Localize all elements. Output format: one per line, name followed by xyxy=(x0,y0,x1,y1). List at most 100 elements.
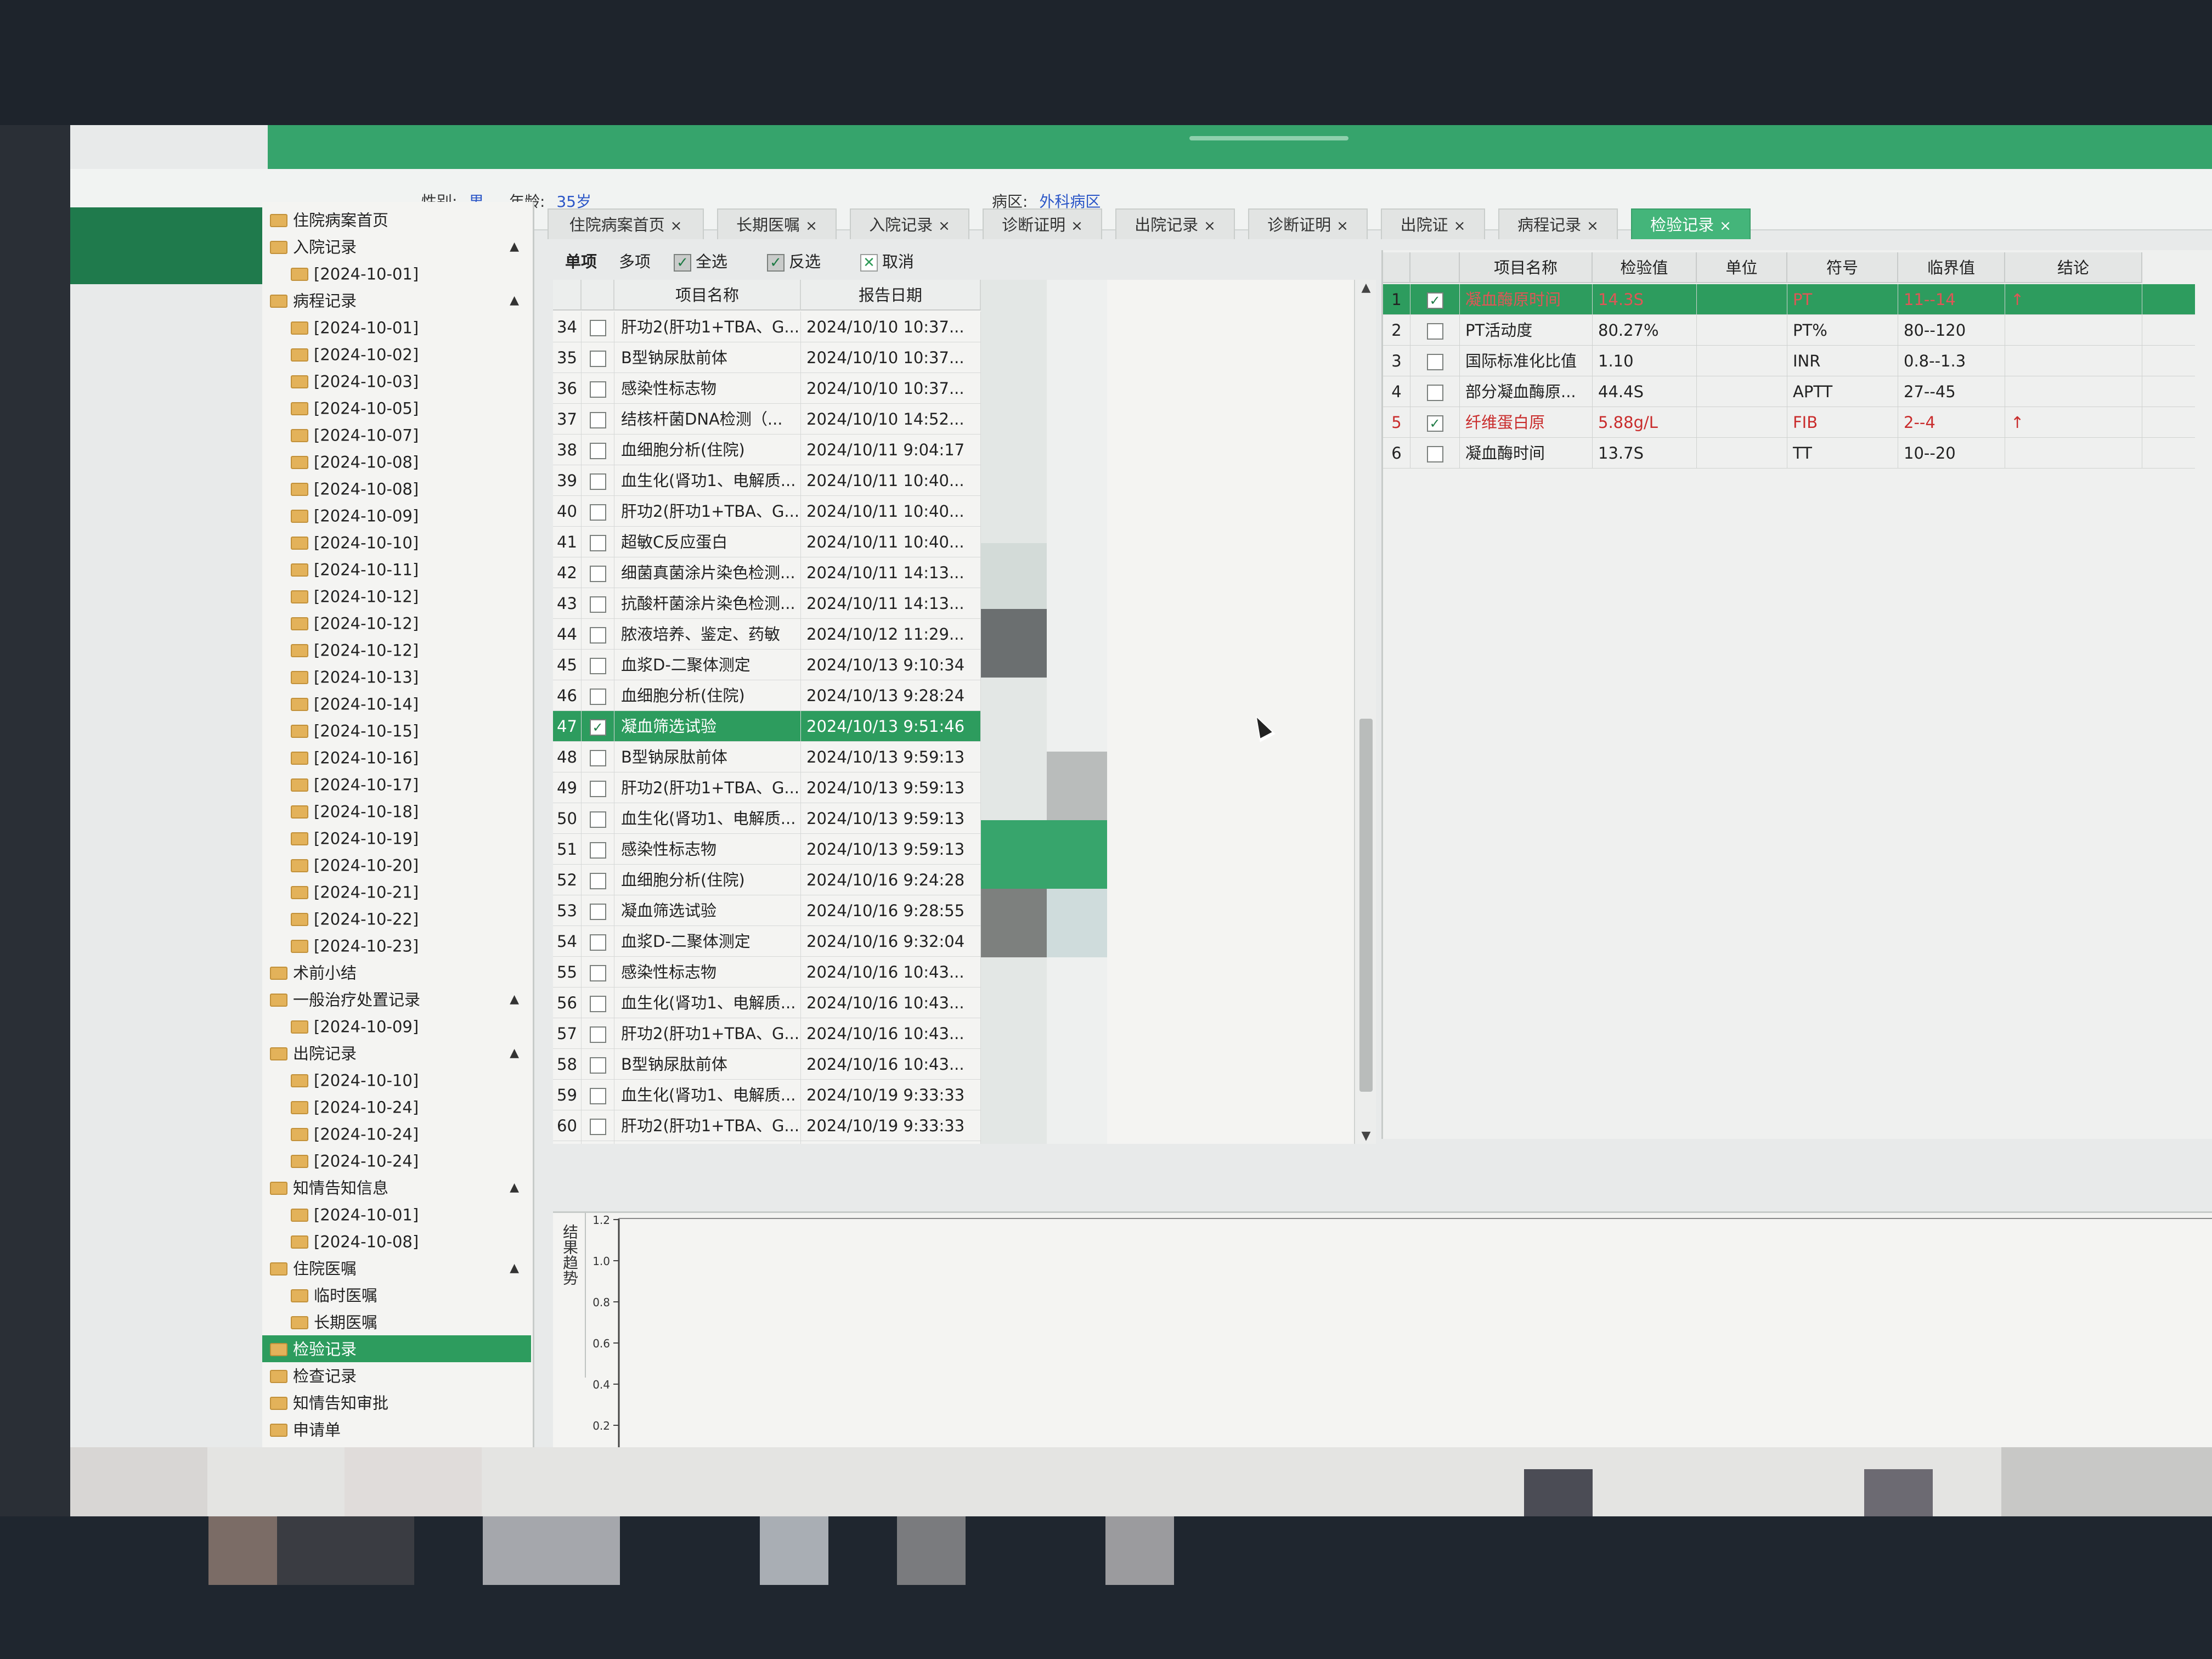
result-row[interactable]: 3 国际标准化比值 1.10 INR 0.8--1.3 xyxy=(1383,346,2195,376)
row-checkbox[interactable] xyxy=(589,934,606,951)
tree-item[interactable]: [2024-10-01] xyxy=(262,1201,531,1228)
row-checkbox[interactable] xyxy=(589,596,606,613)
tree-item[interactable]: [2024-10-10] xyxy=(262,529,531,556)
tree-item[interactable]: [2024-10-23] xyxy=(262,932,531,959)
tree-item[interactable]: 住院病案首页 xyxy=(262,206,531,233)
tree-item[interactable]: [2024-10-17] xyxy=(262,771,531,798)
table-row[interactable]: 45 血浆D-二聚体测定 2024/10/13 9:10:34 xyxy=(553,650,981,680)
tree-item[interactable]: 住院医嘱 ▲ xyxy=(262,1255,531,1282)
row-checkbox[interactable] xyxy=(589,473,606,490)
tree-item[interactable]: [2024-10-08] xyxy=(262,448,531,475)
table-row[interactable]: 59 血生化(肾功1、电解质... 2024/10/19 9:33:33 xyxy=(553,1080,981,1110)
table-row[interactable]: 43 抗酸杆菌涂片染色检测... 2024/10/11 14:13... xyxy=(553,588,981,619)
tree-item[interactable]: [2024-10-01] xyxy=(262,314,531,341)
collapse-caret-icon[interactable]: ▲ xyxy=(510,233,519,260)
close-icon[interactable]: × xyxy=(805,218,817,234)
select-all-button[interactable]: ✓ 全选 xyxy=(674,249,727,272)
multi-mode-button[interactable]: 多项 xyxy=(619,249,651,272)
collapse-caret-icon[interactable]: ▲ xyxy=(510,1255,519,1282)
scroll-thumb[interactable] xyxy=(1359,719,1373,1092)
tree-item[interactable]: [2024-10-09] xyxy=(262,502,531,529)
row-checkbox[interactable] xyxy=(589,535,606,551)
scroll-up-icon[interactable]: ▲ xyxy=(1355,281,1376,295)
table-row[interactable]: 44 脓液培养、鉴定、药敏 2024/10/12 11:29... xyxy=(553,619,981,650)
row-checkbox[interactable] xyxy=(589,1119,606,1135)
table-row[interactable]: 58 B型钠尿肽前体 2024/10/16 10:43... xyxy=(553,1049,981,1080)
result-row[interactable]: 2 PT活动度 80.27% PT% 80--120 xyxy=(1383,315,2195,346)
row-checkbox[interactable] xyxy=(589,412,606,428)
single-mode-button[interactable]: 单项 xyxy=(565,249,597,272)
table-row[interactable]: 41 超敏C反应蛋白 2024/10/11 10:40... xyxy=(553,527,981,557)
result-checkbox[interactable] xyxy=(1426,385,1443,401)
tab-1[interactable]: 长期医嘱 × xyxy=(717,208,837,239)
result-row[interactable]: 1 ✓ 凝血酶原时间 14.3S PT 11--14 ↑ xyxy=(1383,284,2195,315)
tree-item[interactable]: [2024-10-08] xyxy=(262,475,531,502)
tree-item[interactable]: [2024-10-24] xyxy=(262,1093,531,1120)
tree-item[interactable]: [2024-10-19] xyxy=(262,825,531,851)
table-row[interactable]: 49 肝功2(肝功1+TBA、G... 2024/10/13 9:59:13 xyxy=(553,772,981,803)
invert-selection-button[interactable]: ✓ 反选 xyxy=(767,249,821,272)
collapse-caret-icon[interactable]: ▲ xyxy=(510,1040,519,1066)
table-row[interactable]: 34 肝功2(肝功1+TBA、G... 2024/10/10 10:37... xyxy=(553,312,981,342)
tree-item[interactable]: 知情告知信息 ▲ xyxy=(262,1174,531,1201)
table-row[interactable]: 37 结核杆菌DNA检测（... 2024/10/10 14:52... xyxy=(553,404,981,435)
row-checkbox[interactable] xyxy=(589,320,606,336)
table-row[interactable]: 38 血细胞分析(住院) 2024/10/11 9:04:17 xyxy=(553,435,981,465)
tree-item[interactable]: 术前小结 xyxy=(262,959,531,986)
tree-item[interactable]: 病程记录 ▲ xyxy=(262,287,531,314)
table-row[interactable]: 50 血生化(肾功1、电解质... 2024/10/13 9:59:13 xyxy=(553,803,981,834)
tree-item[interactable]: [2024-10-09] xyxy=(262,1013,531,1040)
tab-5[interactable]: 诊断证明 × xyxy=(1248,208,1368,239)
table-row[interactable]: 48 B型钠尿肽前体 2024/10/13 9:59:13 xyxy=(553,742,981,772)
tree-item[interactable]: [2024-10-21] xyxy=(262,878,531,905)
tree-item[interactable]: 检验记录 xyxy=(262,1335,531,1362)
close-icon[interactable]: × xyxy=(1204,218,1216,234)
table-row[interactable]: 56 血生化(肾功1、电解质... 2024/10/16 10:43... xyxy=(553,988,981,1018)
table-row[interactable]: 57 肝功2(肝功1+TBA、G... 2024/10/16 10:43... xyxy=(553,1018,981,1049)
tree-item[interactable]: [2024-10-18] xyxy=(262,798,531,825)
tree-item[interactable]: 出院记录 ▲ xyxy=(262,1040,531,1066)
tree-item[interactable]: 临时医嘱 xyxy=(262,1282,531,1308)
table-row[interactable]: 60 肝功2(肝功1+TBA、G... 2024/10/19 9:33:33 xyxy=(553,1110,981,1141)
close-icon[interactable]: × xyxy=(938,218,950,234)
select-all-checkbox[interactable]: ✓ xyxy=(674,254,691,272)
tree-item[interactable]: [2024-10-12] xyxy=(262,610,531,636)
row-checkbox[interactable] xyxy=(589,873,606,889)
close-icon[interactable]: × xyxy=(1454,218,1466,234)
collapse-caret-icon[interactable]: ▲ xyxy=(510,986,519,1013)
row-checkbox[interactable] xyxy=(589,1088,606,1104)
row-checkbox[interactable] xyxy=(589,658,606,674)
invert-checkbox[interactable]: ✓ xyxy=(767,254,785,272)
result-row[interactable]: 6 凝血酶时间 13.7S TT 10--20 xyxy=(1383,438,2195,469)
list-scrollbar[interactable]: ▲ ▼ xyxy=(1354,280,1376,1144)
row-checkbox[interactable] xyxy=(589,750,606,766)
tree-item[interactable]: 一般治疗处置记录 ▲ xyxy=(262,986,531,1013)
table-row[interactable]: 35 B型钠尿肽前体 2024/10/10 10:37... xyxy=(553,342,981,373)
close-icon[interactable]: × xyxy=(670,218,682,234)
tree-item[interactable]: [2024-10-12] xyxy=(262,636,531,663)
row-checkbox[interactable] xyxy=(589,566,606,582)
table-row[interactable]: 36 感染性标志物 2024/10/10 10:37... xyxy=(553,373,981,404)
result-checkbox[interactable] xyxy=(1426,354,1443,370)
row-checkbox[interactable] xyxy=(589,381,606,398)
tree-item[interactable]: 知情告知审批 xyxy=(262,1389,531,1416)
row-checkbox[interactable] xyxy=(589,689,606,705)
table-row[interactable]: 54 血浆D-二聚体测定 2024/10/16 9:32:04 xyxy=(553,926,981,957)
table-row[interactable]: 42 细菌真菌涂片染色检测... 2024/10/11 14:13... xyxy=(553,557,981,588)
result-checkbox[interactable]: ✓ xyxy=(1426,415,1443,432)
tab-4[interactable]: 出院记录 × xyxy=(1115,208,1235,239)
tree-item[interactable]: [2024-10-08] xyxy=(262,1228,531,1255)
close-icon[interactable]: × xyxy=(1336,218,1348,234)
row-checkbox[interactable] xyxy=(589,504,606,521)
tab-3[interactable]: 诊断证明 × xyxy=(983,208,1102,239)
cancel-button[interactable]: ✕ 取消 xyxy=(860,249,914,272)
tree-item[interactable]: [2024-10-12] xyxy=(262,583,531,610)
row-checkbox[interactable]: ✓ xyxy=(589,719,606,736)
result-checkbox[interactable] xyxy=(1426,323,1443,340)
result-row[interactable]: 4 部分凝血酶原... 44.4S APTT 27--45 xyxy=(1383,376,2195,407)
table-row[interactable]: 53 凝血筛选试验 2024/10/16 9:28:55 xyxy=(553,895,981,926)
row-checkbox[interactable] xyxy=(589,1026,606,1043)
collapse-caret-icon[interactable]: ▲ xyxy=(510,1174,519,1201)
tab-2[interactable]: 入院记录 × xyxy=(850,208,969,239)
tab-0[interactable]: 住院病案首页 × xyxy=(548,208,704,239)
